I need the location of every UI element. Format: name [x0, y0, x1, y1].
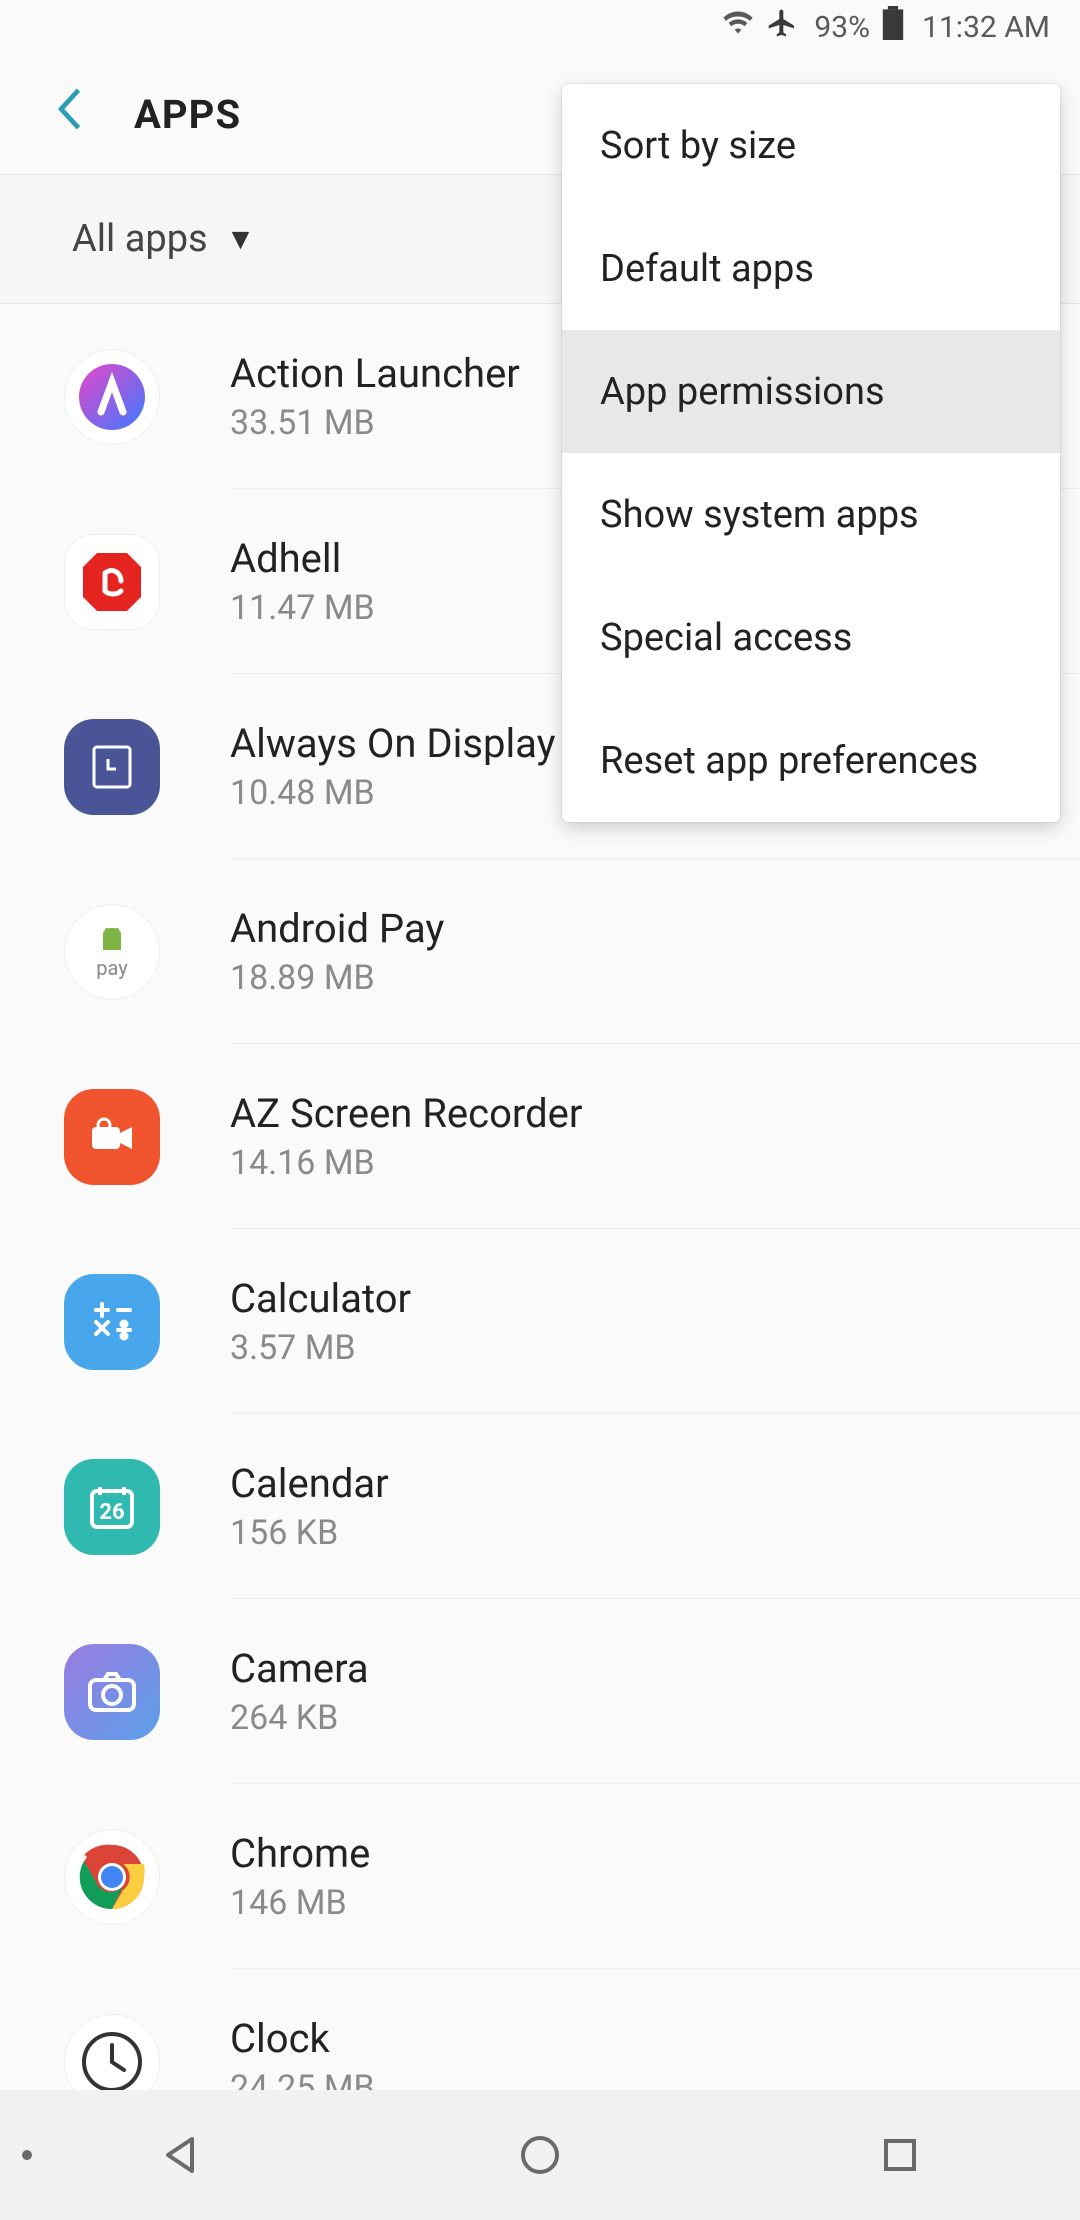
- chrome-icon: [64, 1829, 160, 1925]
- menu-item-special-access[interactable]: Special access: [562, 576, 1060, 699]
- app-row-chrome[interactable]: Chrome 146 MB: [0, 1784, 1080, 1969]
- status-bar: 93% 11:32 AM: [0, 0, 1080, 54]
- menu-label: App permissions: [600, 370, 885, 414]
- calendar-icon: 26: [64, 1459, 160, 1555]
- app-name: Clock: [230, 2015, 1020, 2062]
- menu-label: Special access: [600, 616, 852, 660]
- menu-label: Reset app preferences: [600, 739, 978, 783]
- menu-label: Default apps: [600, 247, 814, 291]
- menu-item-show-system-apps[interactable]: Show system apps: [562, 453, 1060, 576]
- app-name: Calendar: [230, 1460, 1020, 1507]
- menu-item-app-permissions[interactable]: App permissions: [562, 330, 1060, 453]
- app-size: 18.89 MB: [230, 958, 1020, 998]
- menu-item-reset-app-preferences[interactable]: Reset app preferences: [562, 699, 1060, 822]
- nav-recents-button[interactable]: [875, 2130, 925, 2180]
- navigation-bar: [0, 2090, 1080, 2220]
- back-icon[interactable]: [54, 87, 84, 142]
- filter-label: All apps: [72, 217, 208, 261]
- status-time: 11:32 AM: [922, 10, 1050, 45]
- app-name: Android Pay: [230, 905, 1020, 952]
- svg-text:26: 26: [99, 1500, 124, 1525]
- app-name: AZ Screen Recorder: [230, 1090, 1020, 1137]
- nav-home-button[interactable]: [515, 2130, 565, 2180]
- app-row-calculator[interactable]: Calculator 3.57 MB: [0, 1229, 1080, 1414]
- app-row-android-pay[interactable]: pay Android Pay 18.89 MB: [0, 859, 1080, 1044]
- app-size: 3.57 MB: [230, 1328, 1020, 1368]
- battery-icon: [882, 6, 904, 48]
- az-recorder-icon: [64, 1089, 160, 1185]
- menu-label: Show system apps: [600, 493, 919, 537]
- action-launcher-icon: [64, 349, 160, 445]
- app-name: Calculator: [230, 1275, 1020, 1322]
- app-size: 146 MB: [230, 1883, 1020, 1923]
- app-row-az-recorder[interactable]: AZ Screen Recorder 14.16 MB: [0, 1044, 1080, 1229]
- calculator-icon: [64, 1274, 160, 1370]
- app-row-camera[interactable]: Camera 264 KB: [0, 1599, 1080, 1784]
- menu-item-sort-by-size[interactable]: Sort by size: [562, 84, 1060, 207]
- android-pay-icon: pay: [64, 904, 160, 1000]
- app-size: 14.16 MB: [230, 1143, 1020, 1183]
- airplane-icon: [766, 7, 798, 47]
- app-name: Chrome: [230, 1830, 1020, 1877]
- page-title: APPS: [134, 91, 241, 138]
- camera-icon: [64, 1644, 160, 1740]
- nav-indicator-dot: [22, 2150, 32, 2160]
- battery-percentage: 93%: [814, 10, 870, 45]
- app-row-calendar[interactable]: 26 Calendar 156 KB: [0, 1414, 1080, 1599]
- menu-item-default-apps[interactable]: Default apps: [562, 207, 1060, 330]
- chevron-down-icon: ▼: [226, 222, 256, 257]
- menu-label: Sort by size: [600, 124, 796, 168]
- app-name: Camera: [230, 1645, 1020, 1692]
- nav-back-button[interactable]: [155, 2130, 205, 2180]
- app-size: 264 KB: [230, 1698, 1020, 1738]
- aod-icon: [64, 719, 160, 815]
- app-size: 156 KB: [230, 1513, 1020, 1553]
- overflow-menu: Sort by size Default apps App permission…: [562, 84, 1060, 822]
- wifi-icon: [722, 7, 754, 47]
- adhell-icon: [64, 534, 160, 630]
